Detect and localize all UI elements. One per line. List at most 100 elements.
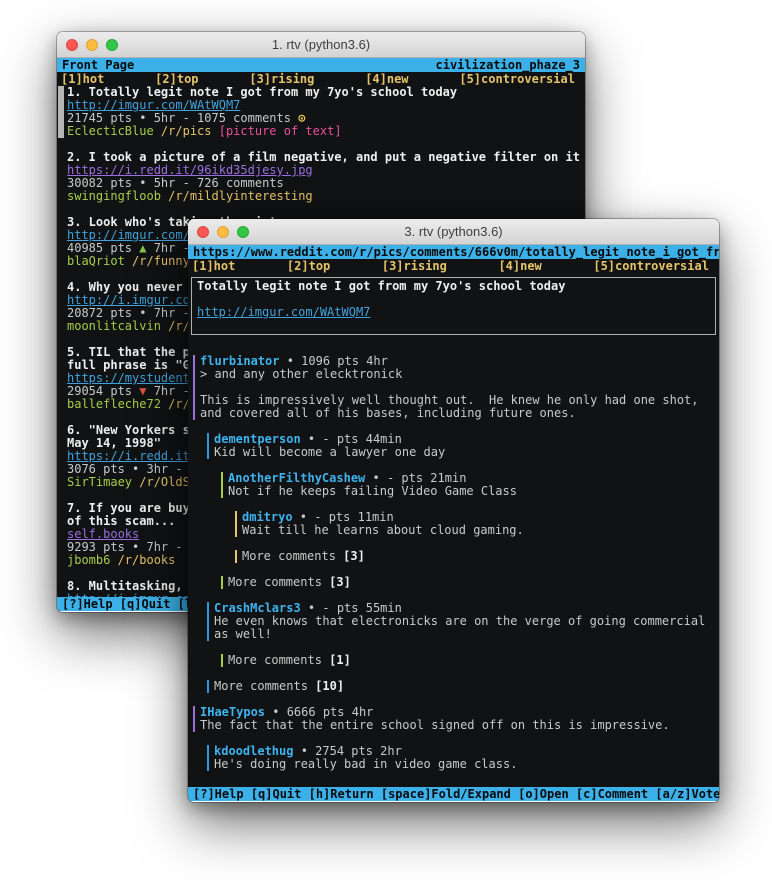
comment[interactable]: flurbinator • 1096 pts 4hr> and any othe… — [193, 355, 719, 420]
menu-item-3rising[interactable]: [3]rising — [249, 72, 314, 86]
comment-depth-bar — [221, 576, 223, 589]
comment-header: AnotherFilthyCashew • - pts 21min — [228, 472, 719, 485]
menu-item-3rising[interactable]: [3]rising — [382, 259, 447, 273]
more-comments[interactable]: More comments [3] — [235, 550, 719, 563]
comment-author[interactable]: IHaeTypos — [200, 706, 265, 719]
menu-item-4new[interactable]: [4]new — [365, 72, 408, 86]
menu-item-1hot[interactable]: [1]hot — [61, 72, 104, 86]
comments-window: 3. rtv (python3.6) https://www.reddit.co… — [188, 219, 719, 802]
post-subreddit[interactable]: /r/ — [161, 320, 190, 333]
comment-depth-bar — [207, 433, 209, 459]
more-comments-label: More comments — [242, 550, 343, 563]
close-button[interactable] — [66, 39, 78, 51]
post-author[interactable]: moonlitcalvin — [67, 320, 161, 333]
more-comments[interactable]: More comments [1] — [221, 654, 719, 667]
submission-box[interactable]: Totally legit note I got from my 7yo's s… — [191, 277, 716, 335]
post-link[interactable]: self.books — [67, 528, 139, 541]
post-meta-text: 9293 pts • 7hr - — [67, 541, 190, 554]
post-meta: 21745 pts • 5hr - 1075 comments ⊙ — [67, 112, 585, 125]
minimize-button[interactable] — [217, 226, 229, 238]
window2-titlebar[interactable]: 3. rtv (python3.6) — [188, 219, 719, 245]
comment-meta: • - pts 55min — [301, 602, 402, 615]
comment[interactable]: dmitryo • - pts 11minWait till he learns… — [235, 511, 719, 537]
comment[interactable]: kdoodlethug • 2754 pts 2hrHe's doing rea… — [207, 745, 719, 771]
comment-depth-bar — [235, 511, 237, 537]
comment-meta: • - pts 21min — [365, 472, 466, 485]
post-subreddit[interactable]: /r/funny — [125, 255, 190, 268]
post-meta-text: 20872 pts • 7hr - — [67, 307, 197, 320]
post-flair: [picture of text] — [219, 125, 342, 138]
post-link[interactable]: http://i.imgur.co — [67, 294, 190, 307]
selection-cursor — [58, 86, 64, 138]
comment[interactable]: IHaeTypos • 6666 pts 4hrThe fact that th… — [193, 706, 719, 732]
minimize-button[interactable] — [86, 39, 98, 51]
comment-meta: • - pts 44min — [301, 433, 402, 446]
more-comments[interactable]: More comments [3] — [221, 576, 719, 589]
comment-body-line: as well! — [214, 628, 719, 641]
gilded-icon: ⊙ — [443, 331, 450, 332]
comment-body-line — [200, 381, 719, 394]
post-subreddit[interactable]: /r/OldS — [132, 476, 190, 489]
logged-in-user: civilization_phaze_3 — [436, 58, 581, 72]
post-author[interactable]: EclecticBlue — [67, 125, 154, 138]
post-link[interactable]: https://mystudent — [67, 372, 190, 385]
more-comments[interactable]: More comments [10] — [207, 680, 719, 693]
comment-depth-bar — [193, 706, 195, 732]
menu-item-1hot[interactable]: [1]hot — [192, 259, 235, 273]
comment-depth-bar — [221, 654, 223, 667]
post-author[interactable]: jbomb6 — [67, 554, 110, 567]
window1-titlebar[interactable]: 1. rtv (python3.6) — [57, 32, 585, 58]
comment-header: IHaeTypos • 6666 pts 4hr — [200, 706, 719, 719]
comment-body-line: Wait till he learns about cloud gaming. — [242, 524, 719, 537]
comment-body-line: Not if he keeps failing Video Game Class — [228, 485, 719, 498]
post-link[interactable]: https://i.redd.it/96ikd35djesy.jpg — [67, 164, 313, 177]
post-link[interactable]: http://imgur.com/ — [67, 229, 190, 242]
comment-author[interactable]: CrashMclars3 — [214, 602, 301, 615]
comment[interactable]: dementperson • - pts 44minKid will becom… — [207, 433, 719, 459]
post-item[interactable]: 1. Totally legit note I got from my 7yo'… — [57, 86, 585, 138]
post-author[interactable]: blaQriot — [67, 255, 125, 268]
submission-link[interactable]: http://imgur.com/WAtWQM7 — [197, 306, 370, 319]
post-author[interactable]: SirTimaey — [67, 476, 132, 489]
post-subreddit[interactable]: /r/pics — [154, 125, 219, 138]
post-meta-text: 40985 pts — [67, 242, 139, 255]
post-subreddit[interactable]: /r/books — [110, 554, 175, 567]
post-tagline: swingingfloob /r/mildlyinteresting — [67, 190, 585, 203]
submission-title: Totally legit note I got from my 7yo's s… — [197, 280, 710, 293]
comment[interactable]: CrashMclars3 • - pts 55minHe even knows … — [207, 602, 719, 641]
comment-depth-bar — [193, 355, 195, 420]
zoom-button[interactable] — [106, 39, 118, 51]
post-author[interactable]: swingingfloob — [67, 190, 161, 203]
more-comments-count: [3] — [329, 576, 351, 589]
zoom-button[interactable] — [237, 226, 249, 238]
comment-author[interactable]: AnotherFilthyCashew — [228, 472, 365, 485]
post-item[interactable]: 2. I took a picture of a film negative, … — [57, 151, 585, 203]
menu-item-4new[interactable]: [4]new — [498, 259, 541, 273]
menu-item-2top[interactable]: [2]top — [287, 259, 330, 273]
post-subreddit[interactable]: /r/mildlyinteresting — [161, 190, 313, 203]
post-subreddit[interactable]: /r/ — [161, 398, 190, 411]
comment-body-line: He's doing really bad in video game clas… — [214, 758, 719, 771]
menu-item-2top[interactable]: [2]top — [155, 72, 198, 86]
sort-menu-bar: [1]hot [2]top [3]rising [4]new [5]controvers… — [188, 259, 719, 273]
menu-item-5controversial[interactable]: [5]controversial — [459, 72, 575, 86]
comment-depth-bar — [221, 472, 223, 498]
post-link[interactable]: http://imgur.com/WAtWQM7 — [67, 99, 240, 112]
comment-author[interactable]: flurbinator — [200, 355, 279, 368]
comment-meta: • 1096 pts 4hr — [279, 355, 387, 368]
post-author[interactable]: ballefleche72 — [67, 398, 161, 411]
post-tagline: EclecticBlue /r/pics [picture of text] — [67, 125, 585, 138]
submission-stats: 23771 pts • 1155 comments — [255, 331, 443, 332]
comment-body-line: > and any other elecktronick — [200, 368, 719, 381]
comments-footer-bar: [?]Help [q]Quit [h]Return [space]Fold/Ex… — [188, 787, 719, 801]
menu-item-5controversial[interactable]: [5]controversial — [593, 259, 709, 273]
window2-title: 3. rtv (python3.6) — [404, 224, 502, 239]
comment-author[interactable]: dementperson — [214, 433, 301, 446]
comment-author[interactable]: kdoodlethug — [214, 745, 293, 758]
close-button[interactable] — [197, 226, 209, 238]
comment[interactable]: AnotherFilthyCashew • - pts 21minNot if … — [221, 472, 719, 498]
comment-author[interactable]: dmitryo — [242, 511, 293, 524]
comment-depth-bar — [207, 680, 209, 693]
post-link[interactable]: https://i.redd.it — [67, 450, 190, 463]
post-meta-text: 21745 pts • 5hr - 1075 comments — [67, 112, 298, 125]
